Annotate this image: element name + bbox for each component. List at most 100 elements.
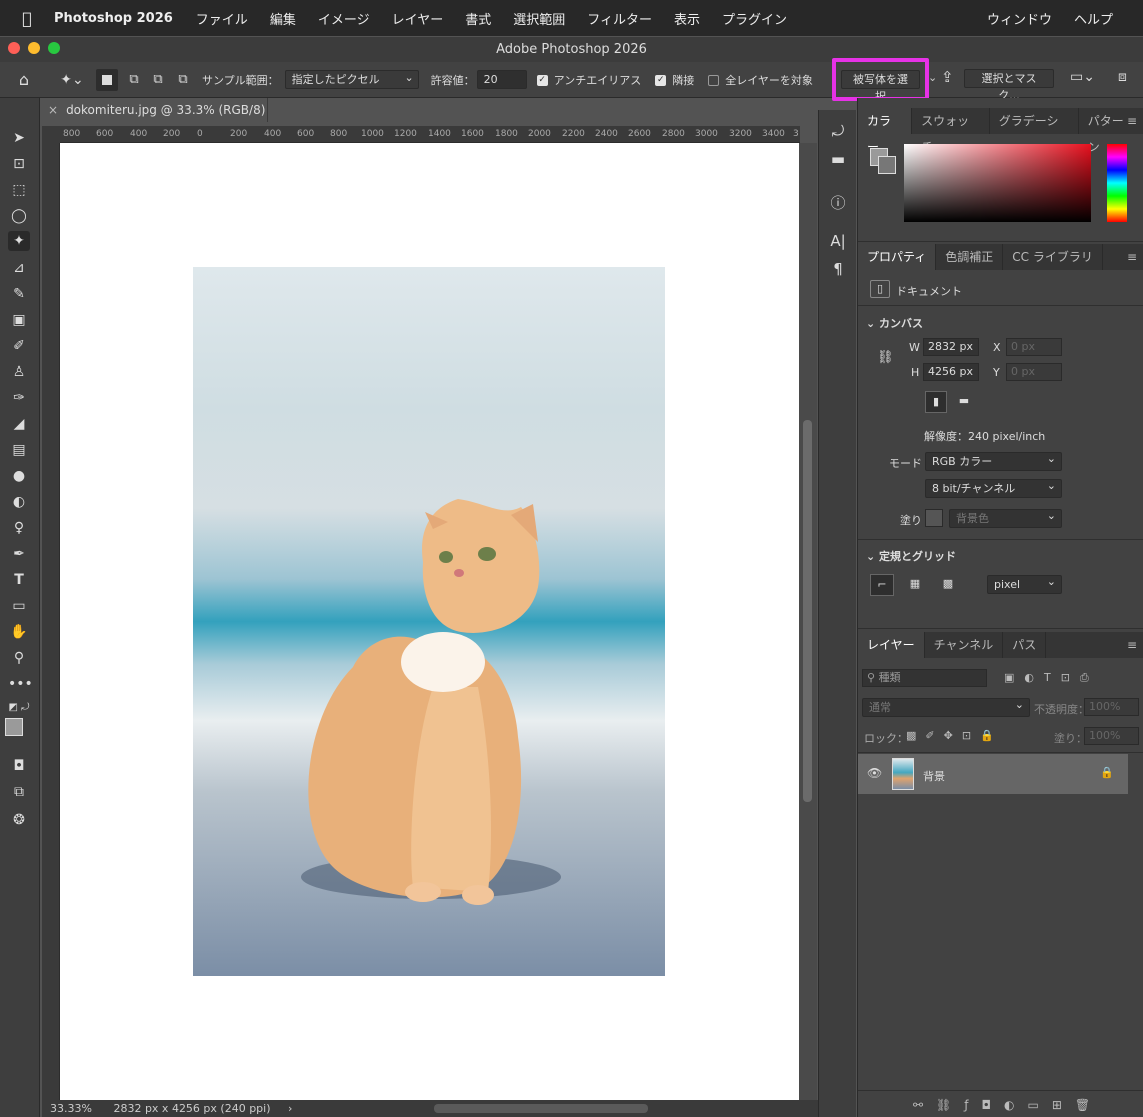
stamp-tool-icon[interactable]: ♙ [8, 362, 30, 382]
character-panel-icon[interactable]: A| [829, 232, 847, 250]
tab-channels[interactable]: チャンネル [925, 632, 1004, 658]
tab-paths[interactable]: パス [1003, 632, 1047, 658]
grid-toggle-icon[interactable]: ▦ [904, 574, 926, 596]
menu-edit[interactable]: 編集 [259, 9, 307, 28]
menu-window[interactable]: ウィンドウ [976, 9, 1063, 28]
all-layers-checkbox[interactable] [708, 75, 720, 86]
horizontal-scroll-thumb[interactable] [434, 1104, 648, 1113]
foreground-color-swatch[interactable] [5, 718, 23, 736]
brush-tool-icon[interactable]: ✐ [8, 336, 30, 356]
zoom-level[interactable]: 33.33% [50, 1102, 92, 1115]
menu-filter[interactable]: フィルター [576, 9, 663, 28]
menu-file[interactable]: ファイル [185, 9, 259, 28]
history-panel-icon[interactable]: ⤾ [829, 122, 847, 140]
antialias-checkbox[interactable]: ✓ [536, 75, 548, 86]
properties-menu-icon[interactable]: ≡ [1127, 250, 1137, 264]
layers-footer-icons[interactable]: ⚯⛓ƒ◘◐▭⊞🗑 [913, 1098, 1103, 1112]
subtract-selection-icon[interactable]: ⧉ [146, 72, 170, 87]
plugins-panel-icon[interactable]: ⧈ [1118, 69, 1127, 85]
lock-icon[interactable]: 🔒 [1100, 766, 1114, 779]
color-field[interactable] [904, 144, 1091, 222]
vertical-scroll-thumb[interactable] [803, 420, 812, 802]
all-layers-option[interactable]: 全レイヤーを対象 [708, 72, 813, 88]
apple-icon[interactable]:  [0, 9, 54, 28]
dodge-tool-icon[interactable]: ◐ [8, 492, 30, 512]
portrait-orientation-icon[interactable]: ▮ [925, 391, 947, 413]
bit-depth-dropdown[interactable]: 8 bit/チャンネル [925, 477, 1062, 498]
share-icon[interactable]: ⇪ [941, 68, 954, 86]
marquee-tool-icon[interactable]: ⬚ [8, 180, 30, 200]
ruler-top[interactable]: 800 600 400 200 0 200 400 600 800 1000 1… [60, 126, 800, 143]
move-tool-icon[interactable]: ➤ [8, 128, 30, 148]
fill-color-swatch[interactable] [925, 509, 943, 527]
sample-size-dropdown[interactable]: 指定したピクセル ⌄ [284, 70, 419, 89]
tolerance-input[interactable]: 20 [476, 70, 527, 89]
color-panel-menu-icon[interactable]: ≡ [1127, 114, 1137, 128]
menu-layer[interactable]: レイヤー [381, 9, 455, 28]
workspace-icon[interactable]: ▭⌄ [1070, 69, 1095, 85]
artboard-tool-icon[interactable]: ⊡ [8, 154, 30, 174]
info-panel-icon[interactable]: ⓘ [829, 192, 847, 213]
intersect-selection-icon[interactable]: ⧉ [170, 72, 196, 87]
canvas-section-header[interactable]: ⌄ カンバス [866, 315, 923, 331]
eyedropper-tool-icon[interactable]: ✎ [8, 284, 30, 304]
gradient-tool-icon[interactable]: ▤ [8, 440, 30, 460]
magic-wand-preset-icon[interactable]: ✦⌄ [48, 72, 96, 88]
tab-gradients[interactable]: グラデーショ [990, 108, 1079, 154]
add-selection-icon[interactable]: ⧉ [122, 72, 146, 87]
home-icon[interactable]: ⌂ [0, 70, 48, 89]
menu-image[interactable]: イメージ [307, 9, 381, 28]
app-menu[interactable]: Photoshop 2026 [54, 11, 185, 26]
tab-swatches[interactable]: スウォッチ [912, 108, 990, 154]
cat-photo[interactable] [193, 267, 665, 976]
minimize-window-button[interactable] [28, 42, 40, 54]
opacity-input[interactable]: 100% [1084, 698, 1139, 716]
burn-tool-icon[interactable]: ♀ [8, 518, 30, 538]
document-tab[interactable]: × dokomiteru.jpg @ 33.3% (RGB/8) [42, 98, 268, 122]
tab-adjustments[interactable]: 色調補正 [936, 244, 1004, 270]
history-brush-icon[interactable]: ✑ [8, 388, 30, 408]
tab-color[interactable]: カラー [858, 108, 913, 154]
x-input[interactable]: 0 px [1006, 338, 1062, 356]
menu-view[interactable]: 表示 [663, 9, 711, 28]
new-selection-icon[interactable] [96, 68, 118, 91]
comments-panel-icon[interactable]: ▬ [829, 150, 847, 168]
status-menu-icon[interactable]: › [288, 1102, 292, 1115]
layer-kind-filter[interactable]: ⚲ 種類 [862, 669, 987, 687]
zoom-window-button[interactable] [48, 42, 60, 54]
select-subject-menu-icon[interactable]: ⌄ [928, 71, 937, 84]
layers-menu-icon[interactable]: ≡ [1127, 638, 1137, 652]
paragraph-panel-icon[interactable]: ¶ [829, 260, 847, 278]
close-window-button[interactable] [8, 42, 20, 54]
contiguous-checkbox[interactable]: ✓ [655, 75, 667, 86]
swap-colors-icon[interactable]: ◩ ⤾ [8, 698, 30, 718]
menu-plugins[interactable]: プラグイン [711, 9, 798, 28]
magic-wand-tool-icon[interactable]: ✦ [8, 231, 30, 251]
unit-dropdown[interactable]: pixel [987, 573, 1062, 594]
layer-name[interactable]: 背景 [923, 768, 945, 784]
crop-tool-icon[interactable]: ⊿ [8, 258, 30, 278]
ruler-left[interactable] [42, 143, 60, 1100]
contiguous-option[interactable]: ✓ 隣接 [655, 72, 694, 88]
close-tab-icon[interactable]: × [48, 103, 58, 117]
hue-slider[interactable] [1107, 144, 1127, 222]
layer-filter-icons[interactable]: ▣◐T⊡⎙ [1004, 671, 1099, 685]
healing-tool-icon[interactable]: ▣ [8, 310, 30, 330]
eye-icon[interactable]: 👁 [867, 766, 882, 780]
landscape-orientation-icon[interactable]: ▬ [953, 391, 975, 413]
lock-icons[interactable]: ▩✐✥⊡🔒 [906, 729, 1003, 742]
ruler-toggle-icon[interactable]: ⌐ [870, 574, 894, 596]
zoom-tool-icon[interactable]: ⚲ [8, 648, 30, 668]
tab-layers[interactable]: レイヤー [858, 632, 925, 658]
blend-mode-dropdown[interactable]: 通常 [862, 696, 1030, 717]
blur-tool-icon[interactable]: ● [8, 466, 30, 486]
width-input[interactable]: 2832 px [923, 338, 979, 356]
quick-mask-icon[interactable]: ◘ [8, 756, 30, 776]
menu-help[interactable]: ヘルプ [1063, 9, 1143, 28]
tab-cc-libraries[interactable]: CC ライブラリ [1003, 244, 1103, 270]
pen-tool-icon[interactable]: ✒ [8, 544, 30, 564]
y-input[interactable]: 0 px [1006, 363, 1062, 381]
mode-dropdown[interactable]: RGB カラー [925, 450, 1062, 471]
fill-dropdown[interactable]: 背景色 [949, 507, 1062, 528]
height-input[interactable]: 4256 px [923, 363, 979, 381]
